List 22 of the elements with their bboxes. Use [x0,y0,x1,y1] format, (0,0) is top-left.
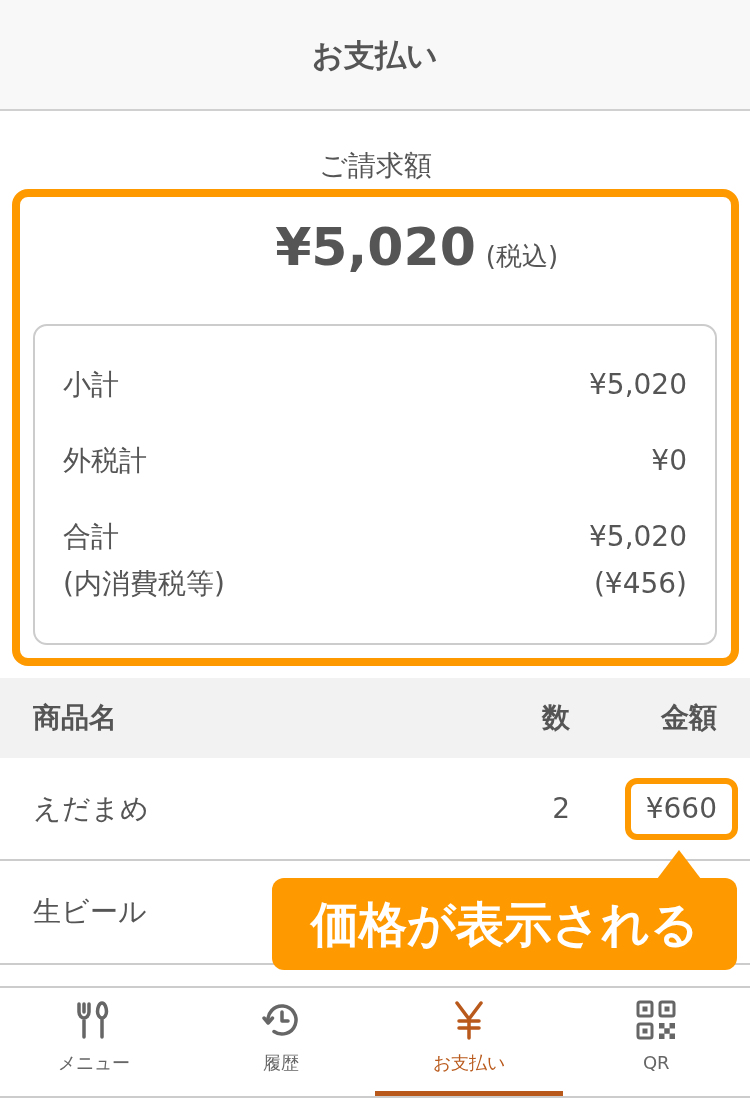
breakdown-label: 合計 [63,519,119,555]
breakdown-label: 外税計 [63,443,147,479]
callout-text: 価格が表示される [310,895,699,954]
item-quantity: 2 [552,790,570,827]
breakdown-value: ¥5,020 [589,519,687,555]
item-name: 生ビール [33,894,147,930]
yen-icon [452,1000,485,1040]
item-name: えだまめ [33,790,149,827]
column-header: 数 [542,700,570,736]
breakdown-value: ¥5,020 [589,367,687,403]
item-price: ¥660 [624,777,738,840]
total-amount: ¥5,020 [275,216,476,279]
breakdown-value: ¥0 [651,443,687,479]
breakdown-label: (内消費税等) [63,566,225,602]
page-title: お支払い [312,35,438,75]
qr-code-icon [636,1000,677,1040]
column-header: 金額 [661,700,717,736]
breakdown-label: 小計 [63,367,119,403]
tax-included-note: (税込) [485,240,559,273]
column-header: 商品名 [33,700,117,736]
breakdown-value: (¥456) [593,566,687,602]
billing-label: ご請求額 [318,148,432,184]
